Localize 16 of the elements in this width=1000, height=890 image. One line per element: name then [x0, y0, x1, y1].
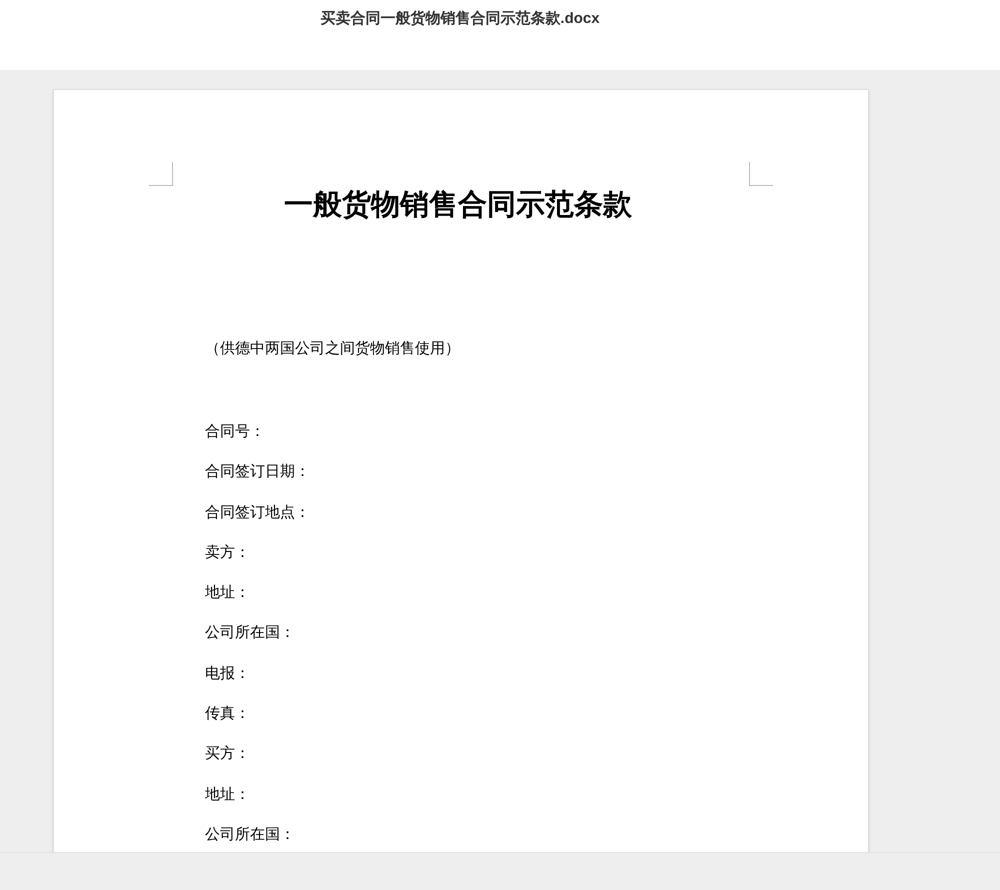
- window-title: 买卖合同一般货物销售合同示范条款.docx: [320, 9, 600, 29]
- field-label: 地址：: [205, 583, 250, 604]
- margin-corner-icon: [149, 162, 173, 186]
- field-label: 公司所在国：: [205, 623, 295, 644]
- document-subtitle: （供德中两国公司之间货物销售使用）: [205, 339, 460, 359]
- field-label: 公司所在国：: [205, 824, 295, 845]
- field-label: 卖方：: [205, 542, 250, 563]
- field-label: 地址：: [205, 784, 250, 805]
- field-label: 电报：: [205, 664, 250, 684]
- field-label: 传真：: [205, 704, 250, 724]
- field-label: 合同号：: [205, 422, 265, 442]
- margin-corner-icon: [749, 162, 773, 186]
- field-label: 合同签订地点：: [205, 502, 310, 523]
- document-heading: 一般货物销售合同示范条款: [284, 188, 632, 223]
- field-label: 合同签订日期：: [205, 462, 310, 482]
- field-label: 买方：: [205, 744, 250, 764]
